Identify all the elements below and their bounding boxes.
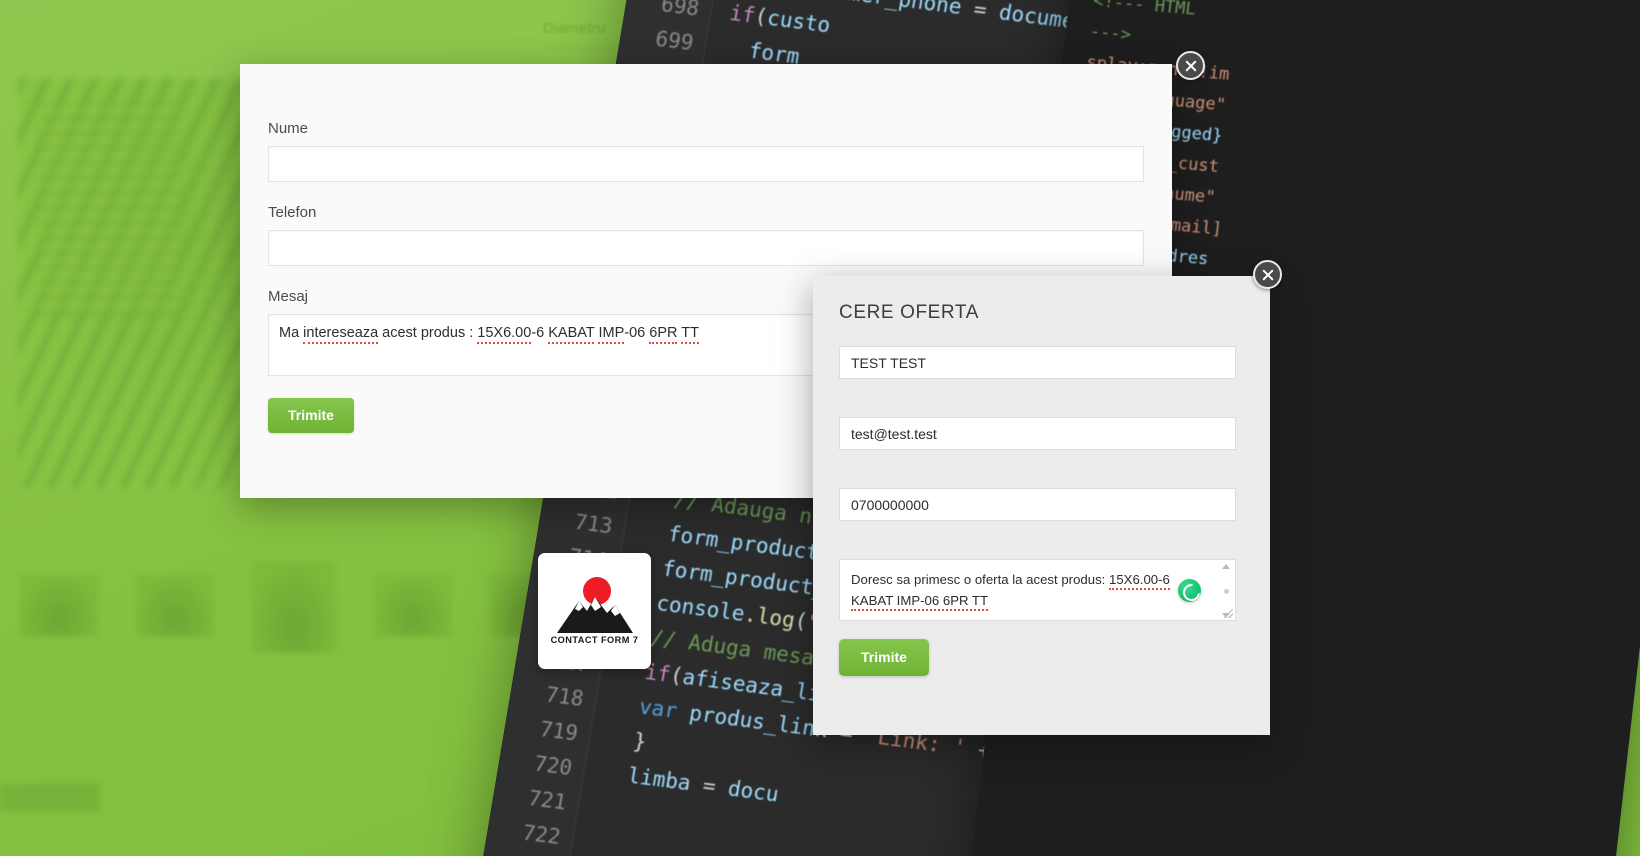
mountain-sun-icon: [556, 577, 633, 633]
close-button-middle[interactable]: [1253, 260, 1282, 289]
contact-form-7-badge: CONTACT FORM 7: [538, 553, 651, 669]
background-thumbnail: [374, 575, 452, 637]
background-thumbnail: [136, 575, 214, 637]
trimite-button[interactable]: Trimite: [268, 398, 354, 433]
oferta-message-text: Doresc sa primesc o oferta la acest prod…: [840, 560, 1235, 611]
cere-oferta-dialog: CERE OFERTA Doresc sa primesc o oferta l…: [813, 276, 1270, 735]
nume-label: Nume: [268, 120, 309, 137]
background-thumbnail-row: [20, 561, 568, 653]
oferta-phone-input[interactable]: [839, 488, 1236, 521]
scroll-thumb[interactable]: [1223, 588, 1229, 594]
background-bottom-bar: [0, 783, 100, 811]
close-button-top[interactable]: [1176, 51, 1205, 80]
grammarly-icon[interactable]: [1178, 579, 1201, 602]
telefon-input[interactable]: [268, 230, 1144, 266]
telefon-label: Telefon: [268, 204, 317, 221]
cere-oferta-title: CERE OFERTA: [839, 302, 979, 323]
contact-form-7-label: CONTACT FORM 7: [550, 635, 639, 645]
background-product-photo: [18, 78, 270, 488]
oferta-email-input[interactable]: [839, 417, 1236, 450]
background-thumbnail: [252, 561, 336, 653]
nume-input[interactable]: [268, 146, 1144, 182]
screenshot-root: Diametru 695 696 697 698 699 700 701 702…: [0, 0, 1640, 856]
oferta-message-textarea[interactable]: Doresc sa primesc o oferta la acest prod…: [839, 559, 1236, 621]
oferta-trimite-button[interactable]: Trimite: [839, 639, 929, 676]
background-diametru-label: Diametru: [543, 20, 606, 37]
scroll-up-icon[interactable]: [1222, 564, 1230, 569]
textarea-resize-handle[interactable]: [1224, 609, 1233, 618]
oferta-name-input[interactable]: [839, 346, 1236, 379]
background-thumbnail: [20, 575, 98, 637]
